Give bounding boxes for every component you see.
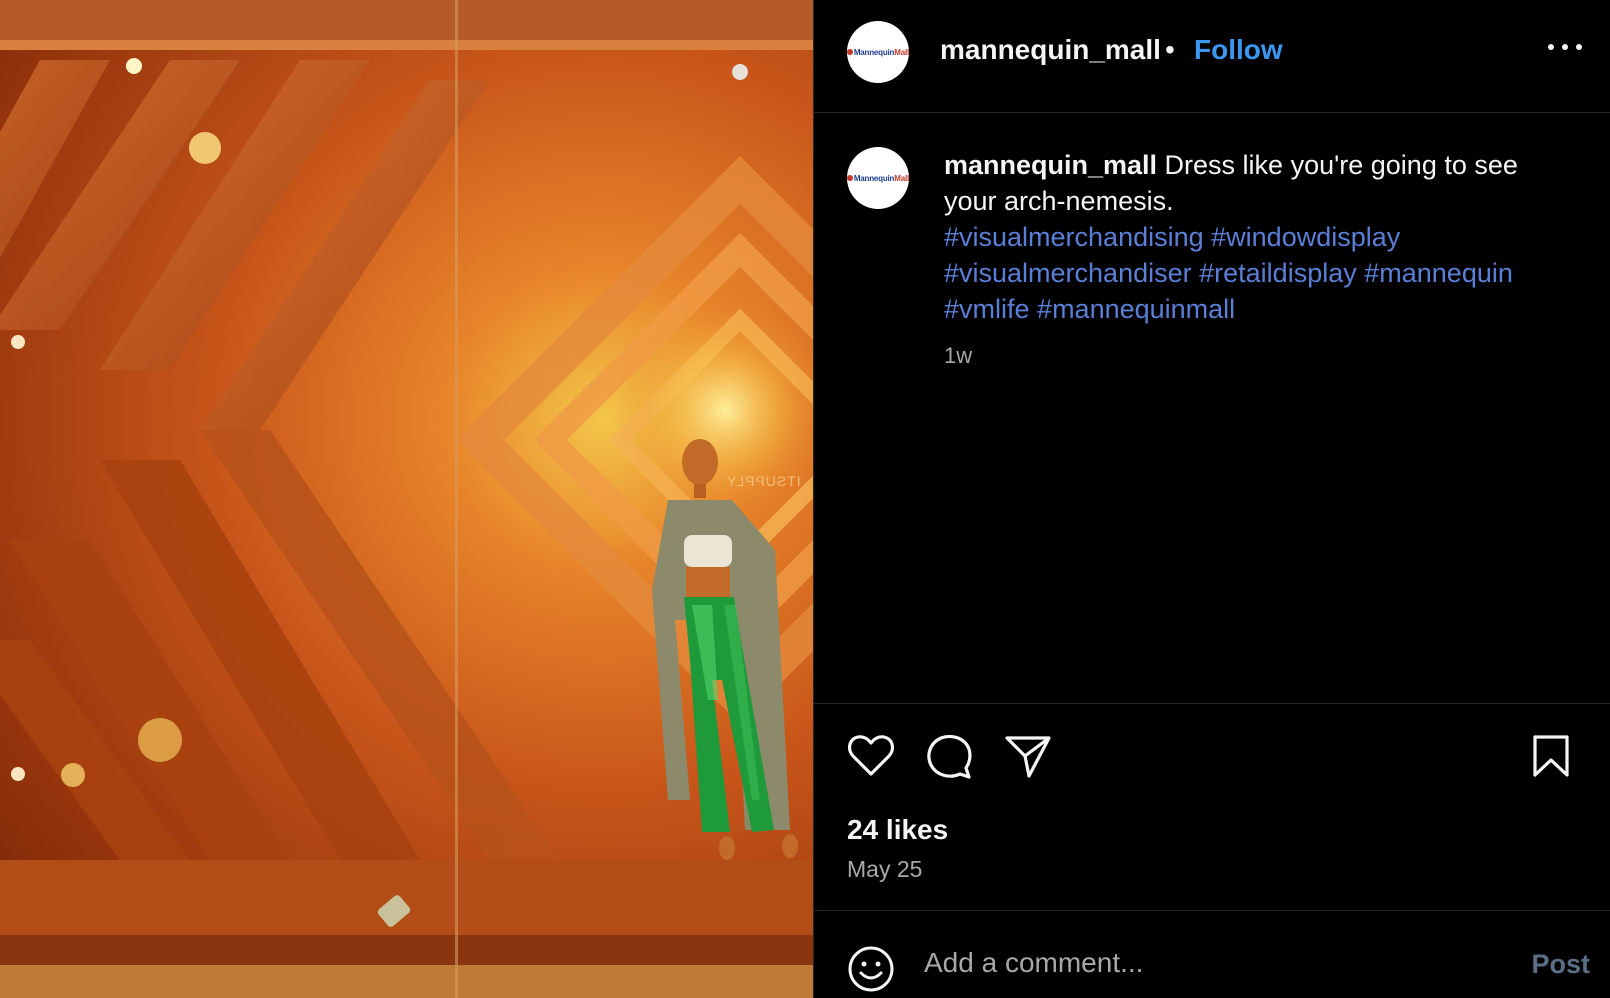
caption-avatar[interactable]: Mannequin Mall <box>847 147 909 209</box>
like-icon[interactable] <box>847 734 895 778</box>
actions-bar: 24 likes May 25 <box>814 703 1610 910</box>
hashtag-link[interactable]: #visualmerchandising <box>944 222 1204 252</box>
more-icon[interactable] <box>1548 40 1582 54</box>
caption-username[interactable]: mannequin_mall <box>944 150 1157 180</box>
avatar-logo-text-left: Mannequin <box>853 47 895 57</box>
comment-input[interactable] <box>924 947 1484 979</box>
post-details-panel: Mannequin Mall mannequin_mall • Follow Ma… <box>813 0 1610 998</box>
caption-age: 1w <box>944 343 973 368</box>
avatar-logo-text-right: Mall <box>894 173 909 183</box>
hashtag-link[interactable]: #retaildisplay <box>1199 258 1357 288</box>
avatar-logo-text-right: Mall <box>894 47 909 57</box>
post-username[interactable]: mannequin_mall <box>940 34 1161 66</box>
post-viewer: ITSUPPLY Mannequin Mall mannequin_mall • … <box>0 0 1610 998</box>
hashtag-link[interactable]: #vmlife <box>944 294 1030 324</box>
avatar[interactable]: Mannequin Mall <box>847 21 909 83</box>
post-header: Mannequin Mall mannequin_mall • Follow <box>814 0 1610 113</box>
follow-button[interactable]: Follow <box>1194 34 1283 66</box>
logo-dot-icon <box>847 175 853 181</box>
hashtag-link[interactable]: #windowdisplay <box>1211 222 1400 252</box>
save-icon[interactable] <box>1532 734 1570 778</box>
post-photo[interactable]: ITSUPPLY <box>0 0 813 998</box>
post-comment-button[interactable]: Post <box>1531 949 1590 980</box>
store-sign-text: ITSUPPLY <box>726 473 801 489</box>
hashtag-link[interactable]: #mannequin <box>1364 258 1513 288</box>
window-display-illustration <box>0 0 813 998</box>
avatar-logo-text-left: Mannequin <box>853 173 895 183</box>
logo-dot-icon <box>847 49 853 55</box>
emoji-icon[interactable] <box>847 945 895 993</box>
separator-dot: • <box>1165 34 1175 65</box>
caption-text: mannequin_mall Dress like you're going t… <box>944 147 1564 327</box>
caption-section: Mannequin Mall mannequin_mall Dress like … <box>814 113 1610 703</box>
hashtag-link[interactable]: #visualmerchandiser <box>944 258 1192 288</box>
comment-icon[interactable] <box>925 734 973 780</box>
hashtag-link[interactable]: #mannequinmall <box>1037 294 1235 324</box>
share-icon[interactable] <box>1005 734 1051 778</box>
comment-bar: Post <box>814 910 1610 998</box>
likes-count[interactable]: 24 likes <box>847 814 948 846</box>
post-date: May 25 <box>847 856 923 882</box>
